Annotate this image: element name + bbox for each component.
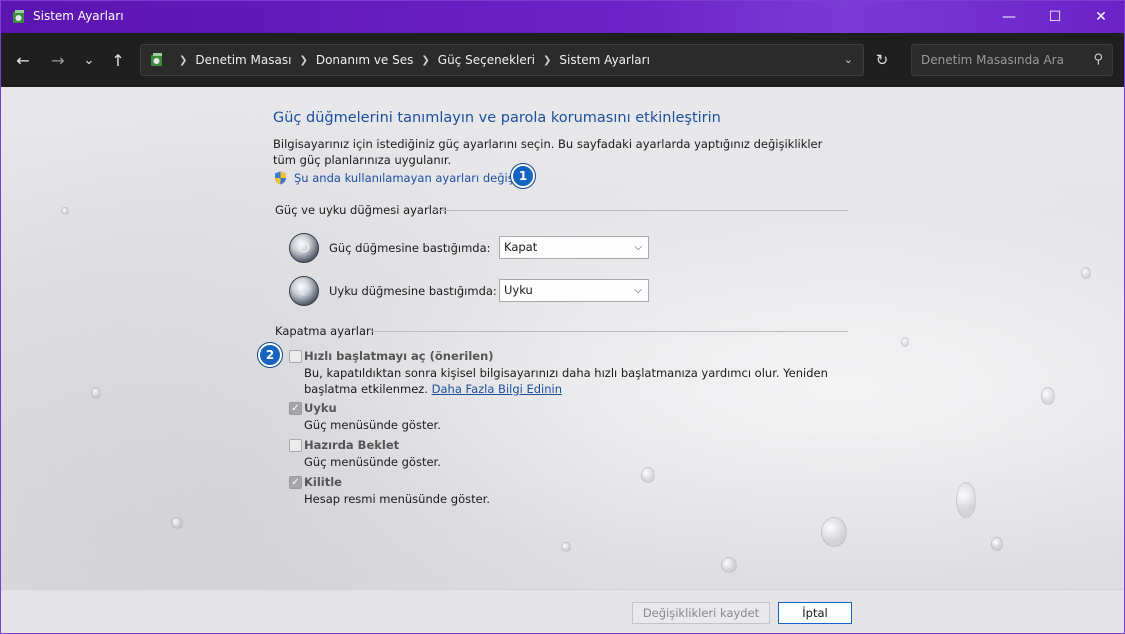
save-changes-button[interactable]: Değişiklikleri kaydet <box>632 602 770 624</box>
cancel-button[interactable]: İptal <box>778 602 852 624</box>
chevron-right-icon: ❯ <box>179 54 188 66</box>
sleep-label: Uyku <box>304 401 337 415</box>
chevron-right-icon: ❯ <box>543 54 552 66</box>
power-button-label: Güç düğmesine bastığımda: <box>329 241 491 255</box>
refresh-button[interactable]: ↻ <box>867 44 897 76</box>
hibernate-option: Hazırda Beklet Güç menüsünde göster. <box>289 438 849 470</box>
forward-button[interactable]: → <box>45 47 71 73</box>
sleep-button-label: Uyku düğmesine bastığımda: <box>329 284 497 298</box>
title-bar[interactable]: Sistem Ayarları — ☐ ✕ <box>1 1 1124 33</box>
hibernate-label: Hazırda Beklet <box>304 438 400 452</box>
section-title: Kapatma ayarları <box>275 324 374 338</box>
minimize-button[interactable]: — <box>986 1 1032 33</box>
sleep-button-icon: ☾ <box>289 276 319 306</box>
back-button[interactable]: ← <box>10 47 36 73</box>
power-button-value: Kapat <box>504 240 538 254</box>
chevron-down-icon: ⌵ <box>634 285 642 296</box>
close-button[interactable]: ✕ <box>1078 1 1124 33</box>
uac-shield-icon <box>275 171 286 185</box>
address-bar[interactable]: ❯ Denetim Masası ❯ Donanım ve Ses ❯ Güç … <box>140 44 864 76</box>
breadcrumb-item[interactable]: Denetim Masası <box>195 53 291 67</box>
control-panel-icon <box>13 10 24 23</box>
hibernate-checkbox[interactable] <box>289 439 302 452</box>
page-description: Bilgisayarınız için istediğiniz güç ayar… <box>273 137 823 167</box>
breadcrumb-item[interactable]: Donanım ve Ses <box>316 53 414 67</box>
lock-label: Kilitle <box>304 475 342 489</box>
step-badge-1: 1 <box>511 164 535 188</box>
sleep-button-row: ☾ Uyku düğmesine bastığımda: Uyku ⌵ <box>289 276 649 306</box>
lock-checkbox[interactable]: ✓ <box>289 476 302 489</box>
section-title: Güç ve uyku düğmesi ayarları <box>275 203 447 217</box>
page-title: Güç düğmelerini tanımlayın ve parola kor… <box>273 110 721 126</box>
sleep-option: ✓ Uyku Güç menüsünde göster. <box>289 401 849 433</box>
fast-startup-option: Hızlı başlatmayı aç (önerilen) Bu, kapat… <box>289 349 849 397</box>
sleep-description: Güç menüsünde göster. <box>304 418 441 432</box>
footer-bar: Değişiklikleri kaydet İptal <box>1 589 1124 633</box>
up-button[interactable]: ↑ <box>105 47 131 73</box>
window-controls: — ☐ ✕ <box>986 1 1124 33</box>
power-button-icon: ⏻ <box>289 233 319 263</box>
control-panel-icon <box>151 53 162 66</box>
chevron-right-icon: ❯ <box>421 54 430 66</box>
navigation-bar: ← → ⌄ ↑ ❯ Denetim Masası ❯ Donanım ve Se… <box>1 33 1124 87</box>
fast-startup-desc-text: Bu, kapatıldıktan sonra kişisel bilgisay… <box>304 366 828 396</box>
breadcrumb-item[interactable]: Sistem Ayarları <box>559 53 650 67</box>
learn-more-link[interactable]: Daha Fazla Bilgi Edinin <box>432 382 562 396</box>
shutdown-settings-section: Kapatma ayarları <box>275 324 849 338</box>
power-button-select[interactable]: Kapat ⌵ <box>499 236 649 259</box>
fast-startup-description: Bu, kapatıldıktan sonra kişisel bilgisay… <box>304 366 849 397</box>
sleep-button-select[interactable]: Uyku ⌵ <box>499 279 649 302</box>
hibernate-description: Güç menüsünde göster. <box>304 455 441 469</box>
recent-locations-button[interactable]: ⌄ <box>76 47 102 73</box>
chevron-down-icon: ⌵ <box>634 242 642 253</box>
fast-startup-label: Hızlı başlatmayı aç (önerilen) <box>304 349 494 363</box>
power-button-row: ⏻ Güç düğmesine bastığımda: Kapat ⌵ <box>289 233 649 263</box>
search-input[interactable]: Denetim Masasında Ara ⚲ <box>911 44 1113 76</box>
change-unavailable-settings-link[interactable]: Şu anda kullanılamayan ayarları değiştir <box>274 171 526 185</box>
search-icon[interactable]: ⚲ <box>1093 45 1103 75</box>
sleep-button-value: Uyku <box>504 283 533 297</box>
fast-startup-checkbox[interactable] <box>289 350 302 363</box>
power-button-section: Güç ve uyku düğmesi ayarları <box>275 203 849 217</box>
breadcrumb-item[interactable]: Güç Seçenekleri <box>438 53 535 67</box>
control-panel-window: Sistem Ayarları — ☐ ✕ ← → ⌄ ↑ ❯ Denetim … <box>0 0 1125 634</box>
change-link-label[interactable]: Şu anda kullanılamayan ayarları değiştir <box>294 171 526 185</box>
content-area: Güç düğmelerini tanımlayın ve parola kor… <box>1 87 1124 589</box>
lock-description: Hesap resmi menüsünde göster. <box>304 492 491 506</box>
chevron-right-icon: ❯ <box>299 54 308 66</box>
chevron-down-icon[interactable]: ⌄ <box>844 53 853 66</box>
window-title: Sistem Ayarları <box>33 9 124 23</box>
step-badge-2: 2 <box>258 343 282 367</box>
search-placeholder: Denetim Masasında Ara <box>921 53 1064 67</box>
sleep-checkbox[interactable]: ✓ <box>289 402 302 415</box>
lock-option: ✓ Kilitle Hesap resmi menüsünde göster. <box>289 475 849 507</box>
maximize-button[interactable]: ☐ <box>1032 1 1078 33</box>
